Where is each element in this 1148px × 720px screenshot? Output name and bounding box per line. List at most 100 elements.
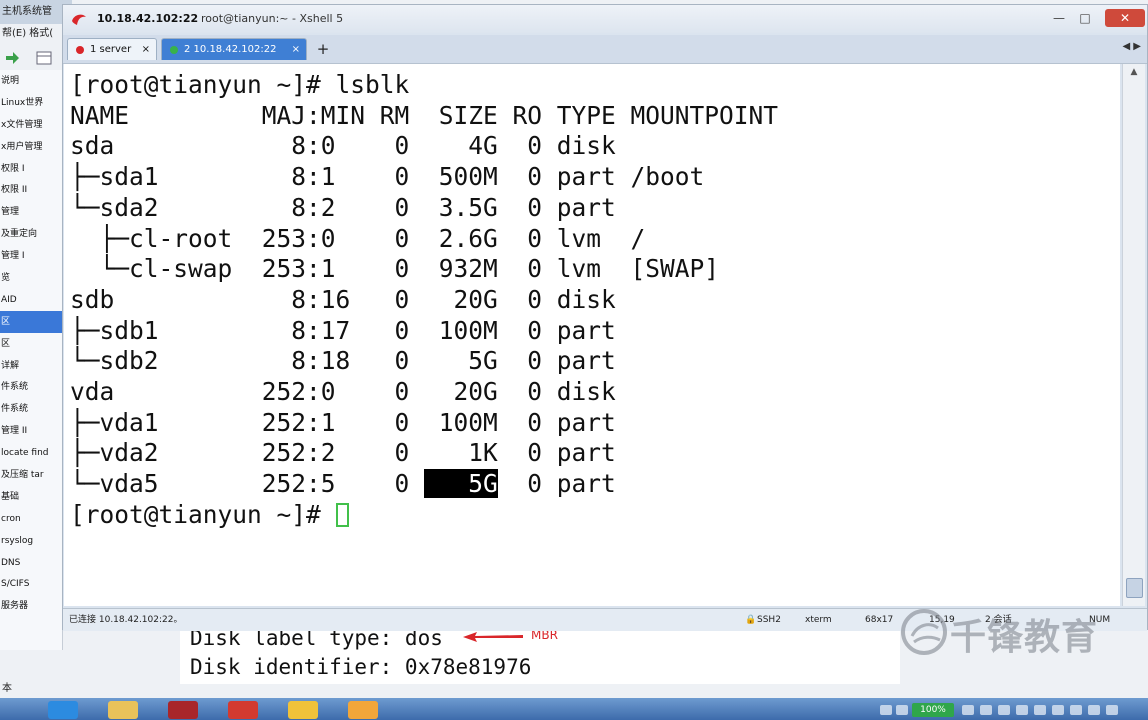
lsblk-device-row: ├─vda2 252:2 0 1K 0 part	[70, 438, 616, 468]
sidebar-item[interactable]: x文件管理	[0, 114, 62, 136]
lsblk-device-row: └─sda2 8:2 0 3.5G 0 part	[70, 193, 616, 223]
minimize-button[interactable]: —	[1049, 11, 1069, 25]
lsblk-device-row: sdb 8:16 0 20G 0 disk	[70, 285, 616, 315]
terminal-text: └─vda5 252:5 0	[70, 469, 425, 499]
sidebar-item[interactable]: x用户管理	[0, 136, 62, 158]
terminal-text: [root@tianyun ~]# lsblk	[70, 70, 410, 99]
app-yellow-icon[interactable]	[288, 701, 318, 719]
sidebar-item[interactable]: 及压缩 tar	[0, 464, 62, 486]
watermark-text: 千锋教育	[950, 617, 1099, 658]
lsblk-device-row: ├─vda1 252:1 0 100M 0 part	[70, 408, 616, 438]
sidebar-item[interactable]: 权限 II	[0, 179, 62, 201]
scroll-up-arrow-icon[interactable]: ▲	[1123, 64, 1145, 80]
sidebar-item[interactable]: 管理 II	[0, 420, 62, 442]
sidebar-item[interactable]: 件系统	[0, 398, 62, 420]
terminal-text: ├─vda2 252:2 0 1K 0 part	[70, 438, 616, 468]
lsblk-device-row: └─vda5 252:5 0 5G 0 part	[70, 469, 616, 499]
lsblk-device-row: └─sdb2 8:18 0 5G 0 part	[70, 346, 616, 376]
terminal-command-line: [root@tianyun ~]# lsblk	[70, 70, 409, 100]
close-button[interactable]: ✕	[1105, 9, 1145, 27]
tab-close-button[interactable]: ×	[292, 39, 300, 61]
sidebar-item[interactable]: 服务器	[0, 595, 62, 617]
scroll-thumb[interactable]	[1126, 578, 1143, 598]
terminal-size-indicator: 68x17	[865, 615, 894, 625]
tab-scroll-arrows[interactable]: ◀ ▶	[1122, 41, 1141, 52]
terminal-text: sda 8:0 0 4G 0 disk	[70, 131, 616, 161]
tab-session-active[interactable]: 2 10.18.42.102:22 ×	[161, 38, 307, 60]
sidebar-item[interactable]: 及重定向	[0, 223, 62, 245]
tab-label: 1 server	[90, 44, 132, 55]
window-title: root@tianyun:~ - Xshell 5	[201, 12, 344, 25]
tab-close-button[interactable]: ×	[142, 39, 150, 61]
app-tool-icon[interactable]	[348, 701, 378, 719]
watermark: 千锋教育	[898, 604, 1144, 660]
volume-icon[interactable]	[1052, 705, 1064, 715]
terminal-text: ├─sdb1 8:17 0 100M 0 part	[70, 315, 616, 345]
folder-icon[interactable]	[108, 701, 138, 719]
window-titlebar[interactable]: 10.18.42.102:22 root@tianyun:~ - Xshell …	[63, 5, 1147, 33]
terminal-text: NAME MAJ:MIN RM SIZE RO TYPE MOUNTPOINT	[70, 100, 779, 130]
tab-server[interactable]: 1 server ×	[67, 38, 157, 60]
sidebar-item[interactable]: AID	[0, 289, 62, 311]
sidebar-item[interactable]: 基础	[0, 486, 62, 508]
terminal-type-indicator: xterm	[805, 615, 832, 625]
forward-arrow-icon[interactable]	[4, 50, 20, 64]
sidebar-item[interactable]: locate find	[0, 442, 62, 464]
terminal-text: sdb 8:16 0 20G 0 disk	[70, 284, 616, 314]
disconnected-status-icon	[76, 46, 84, 54]
network-icon[interactable]	[1034, 705, 1046, 715]
lock-icon: 🔒	[745, 615, 757, 625]
watermark-logo-icon	[901, 609, 947, 655]
xshell-window: 10.18.42.102:22 root@tianyun:~ - Xshell …	[62, 4, 1148, 631]
lsblk-device-row: ├─sdb1 8:17 0 100M 0 part	[70, 316, 616, 346]
new-tab-button[interactable]: +	[313, 39, 333, 59]
tray-icon[interactable]	[962, 705, 974, 715]
panel-icon[interactable]	[36, 50, 52, 65]
terminal-text: ├─cl-root 253:0 0 2.6G 0 lvm /	[70, 223, 646, 253]
sidebar-item[interactable]: 件系统	[0, 376, 62, 398]
background-app-toolbar	[0, 46, 70, 71]
terminal-text: ├─sda1 8:1 0 500M 0 part /boot	[70, 162, 705, 192]
selected-size-cell[interactable]: 5G	[424, 469, 498, 499]
sidebar-item[interactable]: S/CIFS	[0, 573, 62, 595]
sidebar-item[interactable]: cron	[0, 508, 62, 530]
sidebar-item[interactable]: 权限 I	[0, 158, 62, 180]
lsblk-device-row: sda 8:0 0 4G 0 disk	[70, 131, 616, 161]
sidebar-item[interactable]: Linux世界	[0, 92, 62, 114]
windows-taskbar: 100%	[0, 698, 1148, 720]
maximize-button[interactable]: □	[1075, 11, 1095, 25]
tray-icon[interactable]	[1016, 705, 1028, 715]
terminal-prompt-line[interactable]: [root@tianyun ~]#	[70, 500, 349, 530]
terminal-screen[interactable]: [root@tianyun ~]# lsblk NAME MAJ:MIN RM S…	[64, 64, 1120, 606]
connection-status: 已连接 10.18.42.102:22。	[69, 615, 183, 625]
app-red-icon[interactable]	[228, 701, 258, 719]
tray-icon[interactable]	[1106, 705, 1118, 715]
sidebar-item[interactable]: rsyslog	[0, 530, 62, 552]
red-arrow-icon	[463, 632, 523, 642]
tray-icon[interactable]	[998, 705, 1010, 715]
protocol-indicator: SSH2	[757, 615, 781, 625]
cherry-icon[interactable]	[168, 701, 198, 719]
sidebar-item[interactable]: 区	[0, 310, 62, 333]
ie-browser-icon[interactable]	[48, 701, 78, 719]
background-app-status: 本	[2, 683, 12, 694]
tab-label: 2 10.18.42.102:22	[184, 44, 277, 55]
tray-icon[interactable]	[1088, 705, 1100, 715]
terminal-text: └─sda2 8:2 0 3.5G 0 part	[70, 192, 616, 222]
lsblk-header-row: NAME MAJ:MIN RM SIZE RO TYPE MOUNTPOINT	[70, 101, 778, 131]
terminal-text: vda 252:0 0 20G 0 disk	[70, 377, 616, 406]
sidebar-item[interactable]: 区	[0, 333, 62, 355]
tray-icon[interactable]	[980, 705, 992, 715]
sidebar-item[interactable]: DNS	[0, 552, 62, 574]
sidebar-item[interactable]: 说明	[0, 70, 62, 92]
tray-arrow-icon[interactable]	[880, 705, 892, 715]
tray-app-icon[interactable]	[896, 705, 908, 715]
window-title-ip: 10.18.42.102:22	[97, 12, 199, 25]
sidebar-item[interactable]: 览	[0, 267, 62, 289]
sidebar-item[interactable]: 管理 I	[0, 245, 62, 267]
flag-icon[interactable]	[1070, 705, 1082, 715]
terminal-text: └─cl-swap 253:1 0 932M 0 lvm [SWAP]	[70, 254, 720, 284]
sidebar-item[interactable]: 详解	[0, 355, 62, 377]
terminal-scrollbar[interactable]: ▲	[1122, 64, 1145, 606]
sidebar-item[interactable]: 管理	[0, 201, 62, 223]
